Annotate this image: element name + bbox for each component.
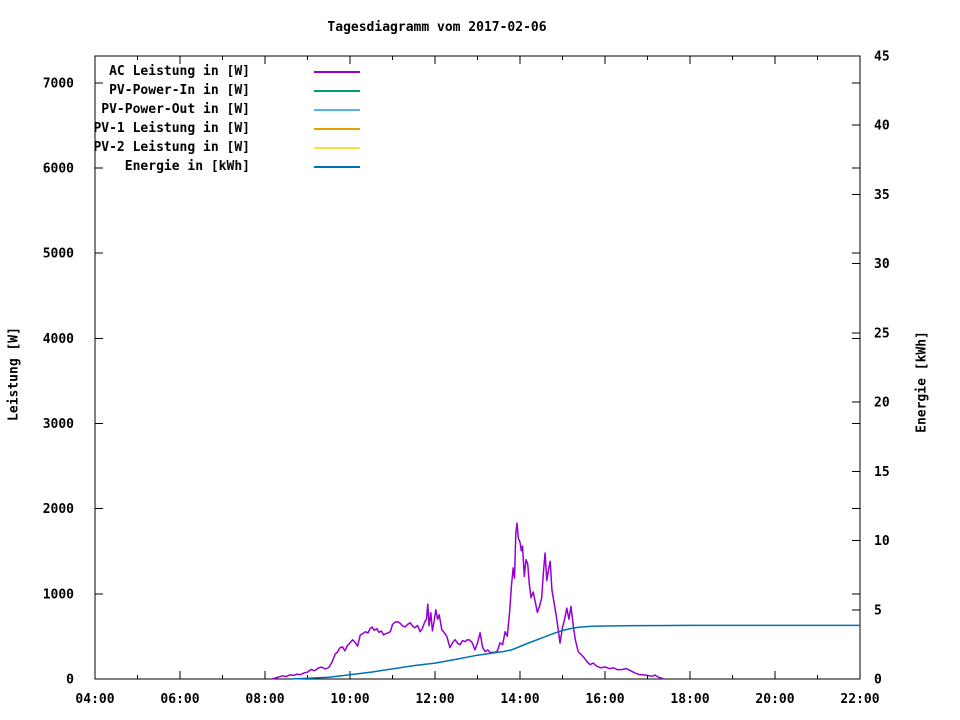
legend-line-sample bbox=[314, 127, 360, 130]
legend-line-sample bbox=[314, 146, 360, 149]
y-tick-label: 7000 bbox=[43, 76, 74, 91]
legend-line-sample bbox=[314, 89, 360, 92]
x-tick-label: 22:00 bbox=[840, 692, 879, 707]
legend-row-pv1-leistung: PV-1 Leistung in [W] bbox=[90, 119, 360, 138]
legend-label: Energie in [kWh] bbox=[124, 159, 250, 174]
legend-row-pv-power-out: PV-Power-Out in [W] bbox=[90, 100, 360, 119]
x-tick-label: 14:00 bbox=[500, 692, 539, 707]
series-line-5 bbox=[290, 624, 860, 680]
y-tick-label: 2000 bbox=[43, 502, 74, 517]
y-axis-label: Leistung [W] bbox=[6, 327, 22, 421]
y-tick-label: 1000 bbox=[43, 587, 74, 602]
y2-tick-label: 10 bbox=[874, 534, 890, 549]
y-tick-label: 4000 bbox=[43, 332, 74, 347]
x-tick-label: 20:00 bbox=[755, 692, 794, 707]
y-tick-label: 5000 bbox=[43, 247, 74, 262]
y-tick-label: 6000 bbox=[43, 161, 74, 176]
x-tick-label: 04:00 bbox=[75, 692, 114, 707]
y2-tick-label: 0 bbox=[874, 673, 882, 688]
y2-tick-label: 45 bbox=[874, 50, 890, 65]
legend-row-pv2-leistung: PV-2 Leistung in [W] bbox=[90, 138, 360, 157]
legend-line-sample bbox=[314, 108, 360, 111]
x-tick-label: 10:00 bbox=[330, 692, 369, 707]
legend-row-pv-power-in: PV-Power-In in [W] bbox=[90, 81, 360, 100]
legend-label: AC Leistung in [W] bbox=[109, 64, 250, 79]
legend-line-sample bbox=[314, 165, 360, 168]
y2-tick-label: 5 bbox=[874, 603, 882, 618]
x-tick-label: 18:00 bbox=[670, 692, 709, 707]
legend-label: PV-1 Leistung in [W] bbox=[93, 121, 250, 136]
x-tick-label: 12:00 bbox=[415, 692, 454, 707]
pv-daily-diagram: 04:00 06:00 08:00 10:00 12:00 14:00 16:00 18:00… bbox=[0, 0, 960, 720]
y-tick-label: 3000 bbox=[43, 417, 74, 432]
x-tick-label: 16:00 bbox=[585, 692, 624, 707]
chart-title: Tagesdiagramm vom 2017-02-06 bbox=[327, 20, 547, 35]
y2-tick-label: 20 bbox=[874, 396, 890, 411]
y2-tick-label: 25 bbox=[874, 326, 890, 341]
legend-label: PV-Power-Out in [W] bbox=[101, 102, 250, 117]
x-tick-label: 08:00 bbox=[245, 692, 284, 707]
legend-label: PV-2 Leistung in [W] bbox=[93, 140, 250, 155]
series-line-0 bbox=[271, 522, 664, 680]
legend-row-energie: Energie in [kWh] bbox=[90, 157, 360, 176]
y2-tick-label: 40 bbox=[874, 119, 890, 134]
y2-tick-label: 35 bbox=[874, 188, 890, 203]
legend-line-sample bbox=[314, 70, 360, 73]
legend-label: PV-Power-In in [W] bbox=[109, 83, 250, 98]
y2-tick-label: 15 bbox=[874, 465, 890, 480]
legend-row-ac-leistung: AC Leistung in [W] bbox=[90, 62, 360, 81]
y-tick-label: 0 bbox=[66, 673, 74, 688]
legend: AC Leistung in [W] PV-Power-In in [W] PV… bbox=[90, 62, 360, 176]
y2-tick-label: 30 bbox=[874, 257, 890, 272]
y2-axis-label: Energie [kWh] bbox=[914, 331, 930, 433]
x-tick-label: 06:00 bbox=[160, 692, 199, 707]
